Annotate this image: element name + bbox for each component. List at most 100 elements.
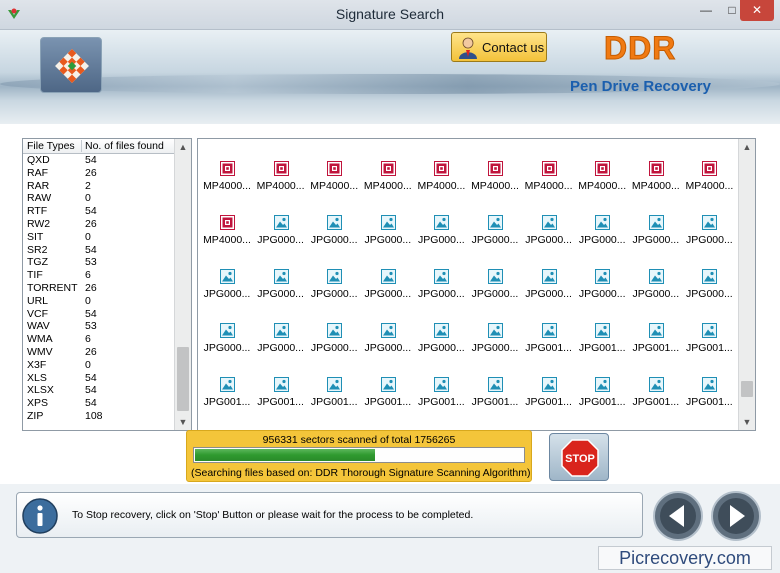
found-file-item[interactable]: MP4000...	[307, 161, 361, 215]
file-type-row[interactable]: VCF 54	[23, 308, 175, 321]
found-file-item[interactable]: JPG000...	[414, 323, 468, 377]
column-header-file-types[interactable]: File Types	[27, 140, 75, 152]
found-file-item[interactable]: JPG000...	[307, 269, 361, 323]
found-file-item[interactable]: JPG000...	[468, 269, 522, 323]
found-file-item[interactable]: MP4000...	[575, 161, 629, 215]
found-file-item[interactable]: MP4000...	[200, 161, 254, 215]
found-file-item[interactable]: JPG000...	[200, 269, 254, 323]
found-file-item[interactable]: JPG000...	[468, 215, 522, 269]
file-type-row[interactable]: WMV 26	[23, 346, 175, 359]
image-file-icon	[488, 377, 503, 392]
found-file-item[interactable]: JPG001...	[254, 377, 308, 430]
found-file-item[interactable]: MP4000...	[414, 161, 468, 215]
found-file-item[interactable]: MP4000...	[254, 161, 308, 215]
scroll-up-arrow-icon[interactable]: ▲	[739, 139, 755, 155]
image-file-icon	[648, 377, 664, 392]
found-file-item[interactable]: JPG000...	[414, 269, 468, 323]
found-file-item[interactable]: JPG000...	[414, 215, 468, 269]
file-type-row[interactable]: XLS 54	[23, 372, 175, 385]
file-type-row[interactable]: SR2 54	[23, 244, 175, 257]
found-file-item[interactable]: JPG001...	[200, 377, 254, 430]
file-type-row[interactable]: RTF 54	[23, 205, 175, 218]
file-type-row[interactable]: QXD 54	[23, 154, 175, 167]
found-file-item[interactable]: MP4000...	[629, 161, 683, 215]
file-type-count: 53	[85, 320, 97, 333]
found-file-item[interactable]: JPG001...	[629, 377, 683, 430]
found-file-item[interactable]: JPG001...	[682, 377, 736, 430]
file-type-row[interactable]: ZIP 108	[23, 410, 175, 423]
found-file-item[interactable]: JPG000...	[522, 215, 576, 269]
file-type-row[interactable]: X3F 0	[23, 359, 175, 372]
found-file-item[interactable]: JPG000...	[522, 269, 576, 323]
file-type-row[interactable]: TORRENT 26	[23, 282, 175, 295]
scroll-thumb[interactable]	[177, 347, 189, 411]
found-file-item[interactable]: JPG001...	[522, 323, 576, 377]
main-area: File Types No. of files found QXD 54 RAF 26…	[0, 124, 780, 484]
found-file-item[interactable]: MP4000...	[361, 161, 415, 215]
found-file-item[interactable]: JPG000...	[307, 323, 361, 377]
file-type-row[interactable]: TGZ 53	[23, 256, 175, 269]
found-file-item[interactable]: JPG001...	[575, 323, 629, 377]
found-file-item[interactable]: MP4000...	[200, 215, 254, 269]
next-button[interactable]	[710, 490, 762, 542]
close-button[interactable]: ✕	[740, 0, 774, 21]
found-file-item[interactable]: JPG000...	[468, 323, 522, 377]
found-file-item[interactable]: JPG001...	[682, 323, 736, 377]
found-file-item[interactable]: MP4000...	[682, 161, 736, 215]
found-file-item[interactable]: MP4000...	[522, 161, 576, 215]
found-file-name: JPG000...	[418, 288, 465, 300]
found-file-item[interactable]: JPG000...	[629, 215, 683, 269]
scroll-down-arrow-icon[interactable]: ▼	[739, 414, 755, 430]
found-file-item[interactable]: JPG000...	[629, 269, 683, 323]
found-file-item[interactable]: JPG000...	[200, 323, 254, 377]
image-file-icon	[541, 377, 557, 392]
column-header-files-found[interactable]: No. of files found	[81, 140, 164, 152]
minimize-button[interactable]: —	[693, 0, 719, 21]
file-type-row[interactable]: WAV 53	[23, 320, 175, 333]
file-type-row[interactable]: TIF 6	[23, 269, 175, 282]
found-file-item[interactable]: JPG000...	[682, 269, 736, 323]
found-file-name: MP4000...	[203, 234, 251, 246]
file-type-row[interactable]: WMA 6	[23, 333, 175, 346]
file-type-row[interactable]: RAR 2	[23, 180, 175, 193]
found-file-item[interactable]: JPG000...	[361, 323, 415, 377]
found-files-scrollbar[interactable]: ▲ ▼	[738, 139, 755, 430]
file-types-scrollbar[interactable]: ▲ ▼	[174, 139, 191, 430]
found-file-item[interactable]: JPG000...	[254, 215, 308, 269]
file-type-row[interactable]: URL 0	[23, 295, 175, 308]
found-files-panel[interactable]: MP4000... MP4000... MP4000... MP4000... MP40…	[197, 138, 756, 431]
scroll-thumb[interactable]	[741, 381, 753, 397]
file-type-row[interactable]: XPS 54	[23, 397, 175, 410]
scroll-up-arrow-icon[interactable]: ▲	[175, 139, 191, 155]
found-file-item[interactable]: JPG000...	[361, 269, 415, 323]
file-type-row[interactable]: SIT 0	[23, 231, 175, 244]
file-type-row[interactable]: XLSX 54	[23, 384, 175, 397]
file-types-list[interactable]: File Types No. of files found QXD 54 RAF 26…	[22, 138, 192, 431]
found-file-item[interactable]: JPG000...	[254, 323, 308, 377]
file-type-row[interactable]: RAW 0	[23, 192, 175, 205]
found-file-item[interactable]: JPG000...	[361, 215, 415, 269]
found-file-item[interactable]: JPG001...	[468, 377, 522, 430]
file-type-row[interactable]: RW2 26	[23, 218, 175, 231]
stop-button[interactable]: STOP	[549, 433, 609, 481]
found-file-item[interactable]: JPG001...	[629, 323, 683, 377]
image-file-icon	[380, 215, 396, 230]
found-file-item[interactable]: JPG000...	[254, 269, 308, 323]
file-type-name: XLS	[27, 371, 47, 384]
found-file-item[interactable]: JPG001...	[361, 377, 415, 430]
found-file-name: JPG000...	[203, 288, 251, 300]
found-file-item[interactable]: JPG001...	[575, 377, 629, 430]
found-file-item[interactable]: MP4000...	[468, 161, 522, 215]
file-type-row[interactable]: RAF 26	[23, 167, 175, 180]
found-file-item[interactable]: JPG000...	[575, 215, 629, 269]
sectors-scanned-status: 956331 sectors scanned of total 1756265	[262, 434, 456, 446]
contact-us-button[interactable]: Contact us	[451, 32, 547, 62]
back-button[interactable]	[652, 490, 704, 542]
found-file-item[interactable]: JPG000...	[682, 215, 736, 269]
scroll-down-arrow-icon[interactable]: ▼	[175, 414, 191, 430]
found-file-item[interactable]: JPG000...	[575, 269, 629, 323]
found-file-item[interactable]: JPG001...	[522, 377, 576, 430]
found-file-item[interactable]: JPG001...	[414, 377, 468, 430]
found-file-item[interactable]: JPG001...	[307, 377, 361, 430]
found-file-item[interactable]: JPG000...	[307, 215, 361, 269]
